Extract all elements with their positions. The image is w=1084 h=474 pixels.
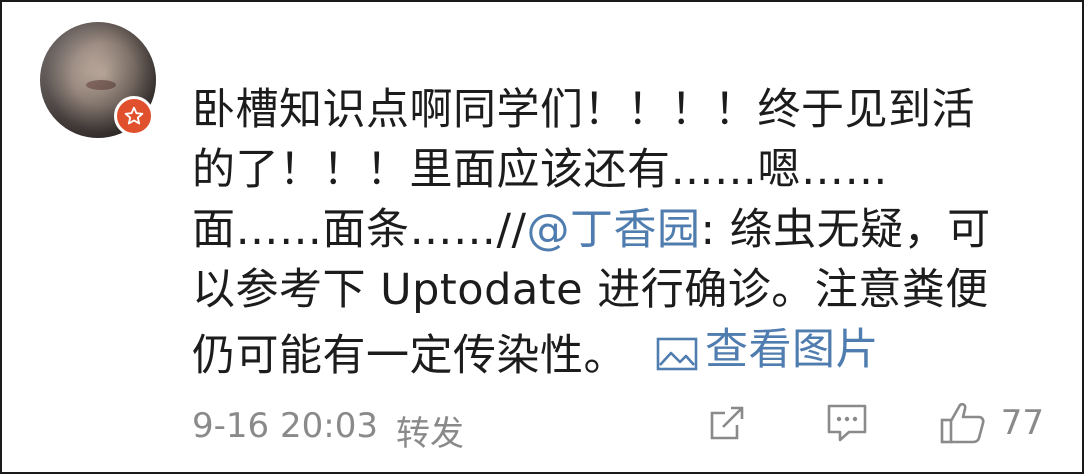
thumbs-up-icon <box>940 402 985 444</box>
comment-button[interactable] <box>825 402 869 444</box>
share-icon <box>710 406 744 440</box>
share-button[interactable] <box>707 403 747 443</box>
image-icon <box>656 337 698 371</box>
comment-icon <box>827 404 867 442</box>
timestamp: 9-16 20:03 <box>192 406 378 446</box>
like-button[interactable]: 77 <box>939 400 1044 446</box>
comment-body: 卧槽知识点啊同学们！！！！终于见到活的了！！！里面应该还有……嗯……面……面条…… <box>192 80 992 386</box>
view-image-label: 查看图片 <box>705 325 879 375</box>
verified-star-icon <box>114 96 154 136</box>
like-count: 77 <box>1000 403 1044 443</box>
view-image-link[interactable]: 查看图片 <box>655 320 879 380</box>
comment-meta: 9-16 20:03 转发 <box>192 406 464 455</box>
mention-link[interactable]: @丁香园 <box>526 205 700 255</box>
comment-actions: 77 <box>707 400 1044 446</box>
repost-button[interactable]: 转发 <box>396 406 464 455</box>
comment-card: 卧槽知识点啊同学们！！！！终于见到活的了！！！里面应该还有……嗯……面……面条…… <box>0 0 1084 474</box>
